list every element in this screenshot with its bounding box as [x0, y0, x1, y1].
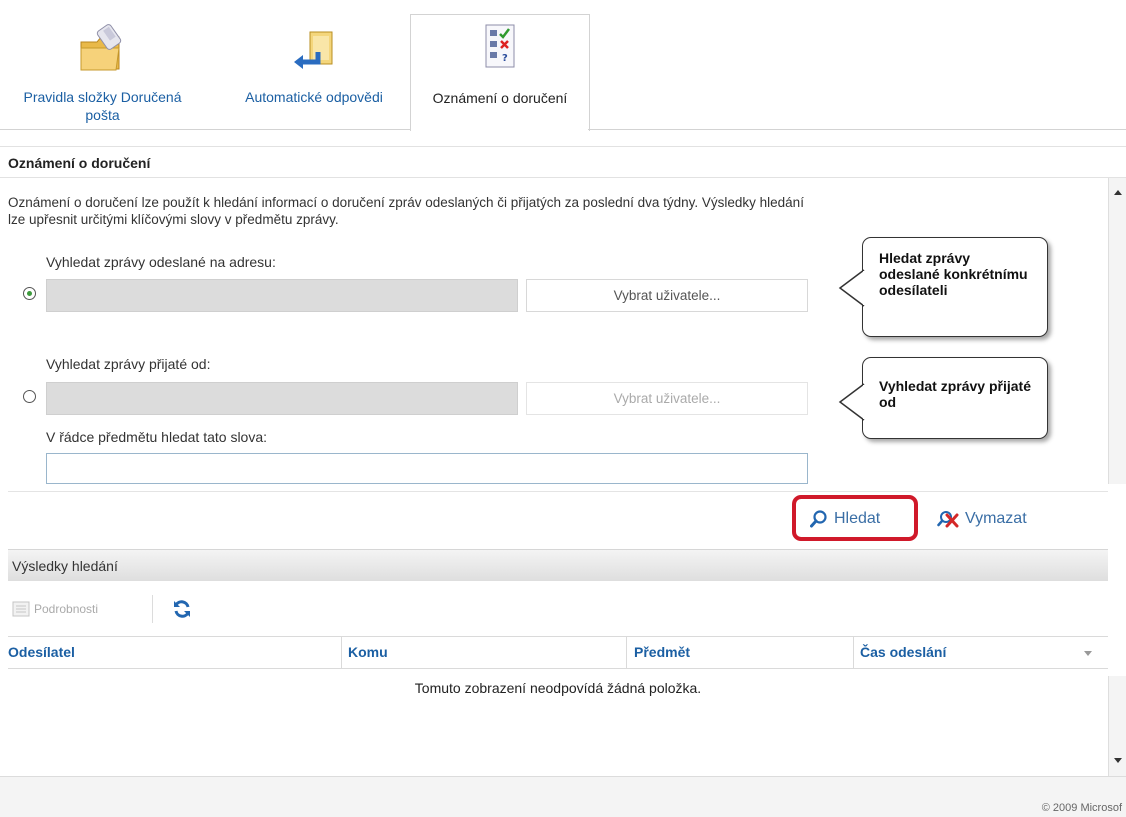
footer-bar [0, 776, 1126, 817]
callout-pointer [838, 383, 866, 421]
sent-address-field[interactable] [46, 279, 518, 312]
tab-delivery-reports[interactable]: ? Oznámení o doručení [410, 14, 590, 131]
callout-received: Vyhledat zprávy přijaté od [862, 357, 1048, 439]
clear-button-label: Vymazat [965, 510, 1027, 527]
search-sent-label: Vyhledat zprávy odeslané na adresu: [46, 254, 276, 270]
tab-inbox-rules[interactable]: Pravidla složky Doručená pošta [0, 14, 205, 130]
column-header-subject[interactable]: Předmět [634, 637, 690, 668]
description-text: Oznámení o doručení lze použít k hledání… [8, 195, 804, 227]
results-table-header: Odesílatel Komu Předmět Čas odeslání [8, 636, 1108, 669]
svg-text:?: ? [502, 53, 508, 64]
select-user-button-sent[interactable]: Vybrat uživatele... [526, 279, 808, 312]
folder-rules-icon [80, 24, 121, 71]
subject-label: V řádce předmětu hledat tato slova: [46, 429, 268, 445]
empty-results-message: Tomuto zobrazení neodpovídá žádná položk… [414, 680, 702, 696]
column-separator [853, 637, 854, 668]
clear-button[interactable]: Vymazat [937, 508, 1027, 530]
column-header-sender[interactable]: Odesílatel [8, 637, 75, 668]
column-separator [626, 637, 627, 668]
radio-search-sent[interactable] [23, 287, 36, 300]
scrollbar-top[interactable] [1108, 178, 1126, 484]
tab-auto-replies[interactable]: Automatické odpovědi [222, 14, 406, 130]
details-icon [12, 601, 30, 617]
scroll-up-icon[interactable] [1114, 190, 1122, 195]
copyright-text: © 2009 Microsof [1041, 802, 1122, 814]
scroll-down-icon[interactable] [1114, 758, 1122, 763]
search-received-label: Vyhledat zprávy přijaté od: [46, 356, 211, 372]
page-title: Oznámení o doručení [0, 146, 1126, 178]
details-button[interactable]: Podrobnosti [12, 597, 98, 621]
column-header-recipient[interactable]: Komu [348, 637, 388, 668]
callout-pointer [838, 269, 866, 307]
details-button-label: Podrobnosti [34, 602, 99, 616]
tab-divider [588, 129, 1126, 130]
callout-sent: Hledat zprávy odeslané konkrétnímu odesí… [862, 237, 1048, 337]
column-separator [341, 637, 342, 668]
column-header-sent-time[interactable]: Čas odeslání [860, 637, 946, 668]
clear-search-icon [937, 511, 959, 528]
results-title: Výsledky hledání [8, 549, 1108, 581]
tab-auto-replies-label: Automatické odpovědi [245, 89, 383, 105]
toolbar-separator [152, 595, 153, 623]
results-toolbar: Podrobnosti [8, 583, 1108, 635]
search-button-highlight [792, 495, 918, 541]
tab-inbox-rules-label: Pravidla složky Doručená pošta [23, 89, 182, 123]
select-user-button-received[interactable]: Vybrat uživatele... [526, 382, 808, 415]
radio-search-received[interactable] [23, 390, 36, 403]
scrollbar-bottom[interactable] [1108, 676, 1126, 776]
tab-divider [0, 129, 410, 130]
sort-descending-icon[interactable] [1084, 651, 1092, 656]
received-address-field[interactable] [46, 382, 518, 415]
tab-delivery-reports-label: Oznámení o doručení [432, 90, 568, 106]
delivery-report-icon: ? [485, 24, 515, 68]
tab-strip: Pravidla složky Doručená pošta Automatic… [0, 0, 1126, 131]
subject-keywords-input[interactable] [46, 453, 808, 484]
refresh-icon[interactable] [172, 599, 192, 619]
auto-reply-icon [294, 31, 333, 69]
